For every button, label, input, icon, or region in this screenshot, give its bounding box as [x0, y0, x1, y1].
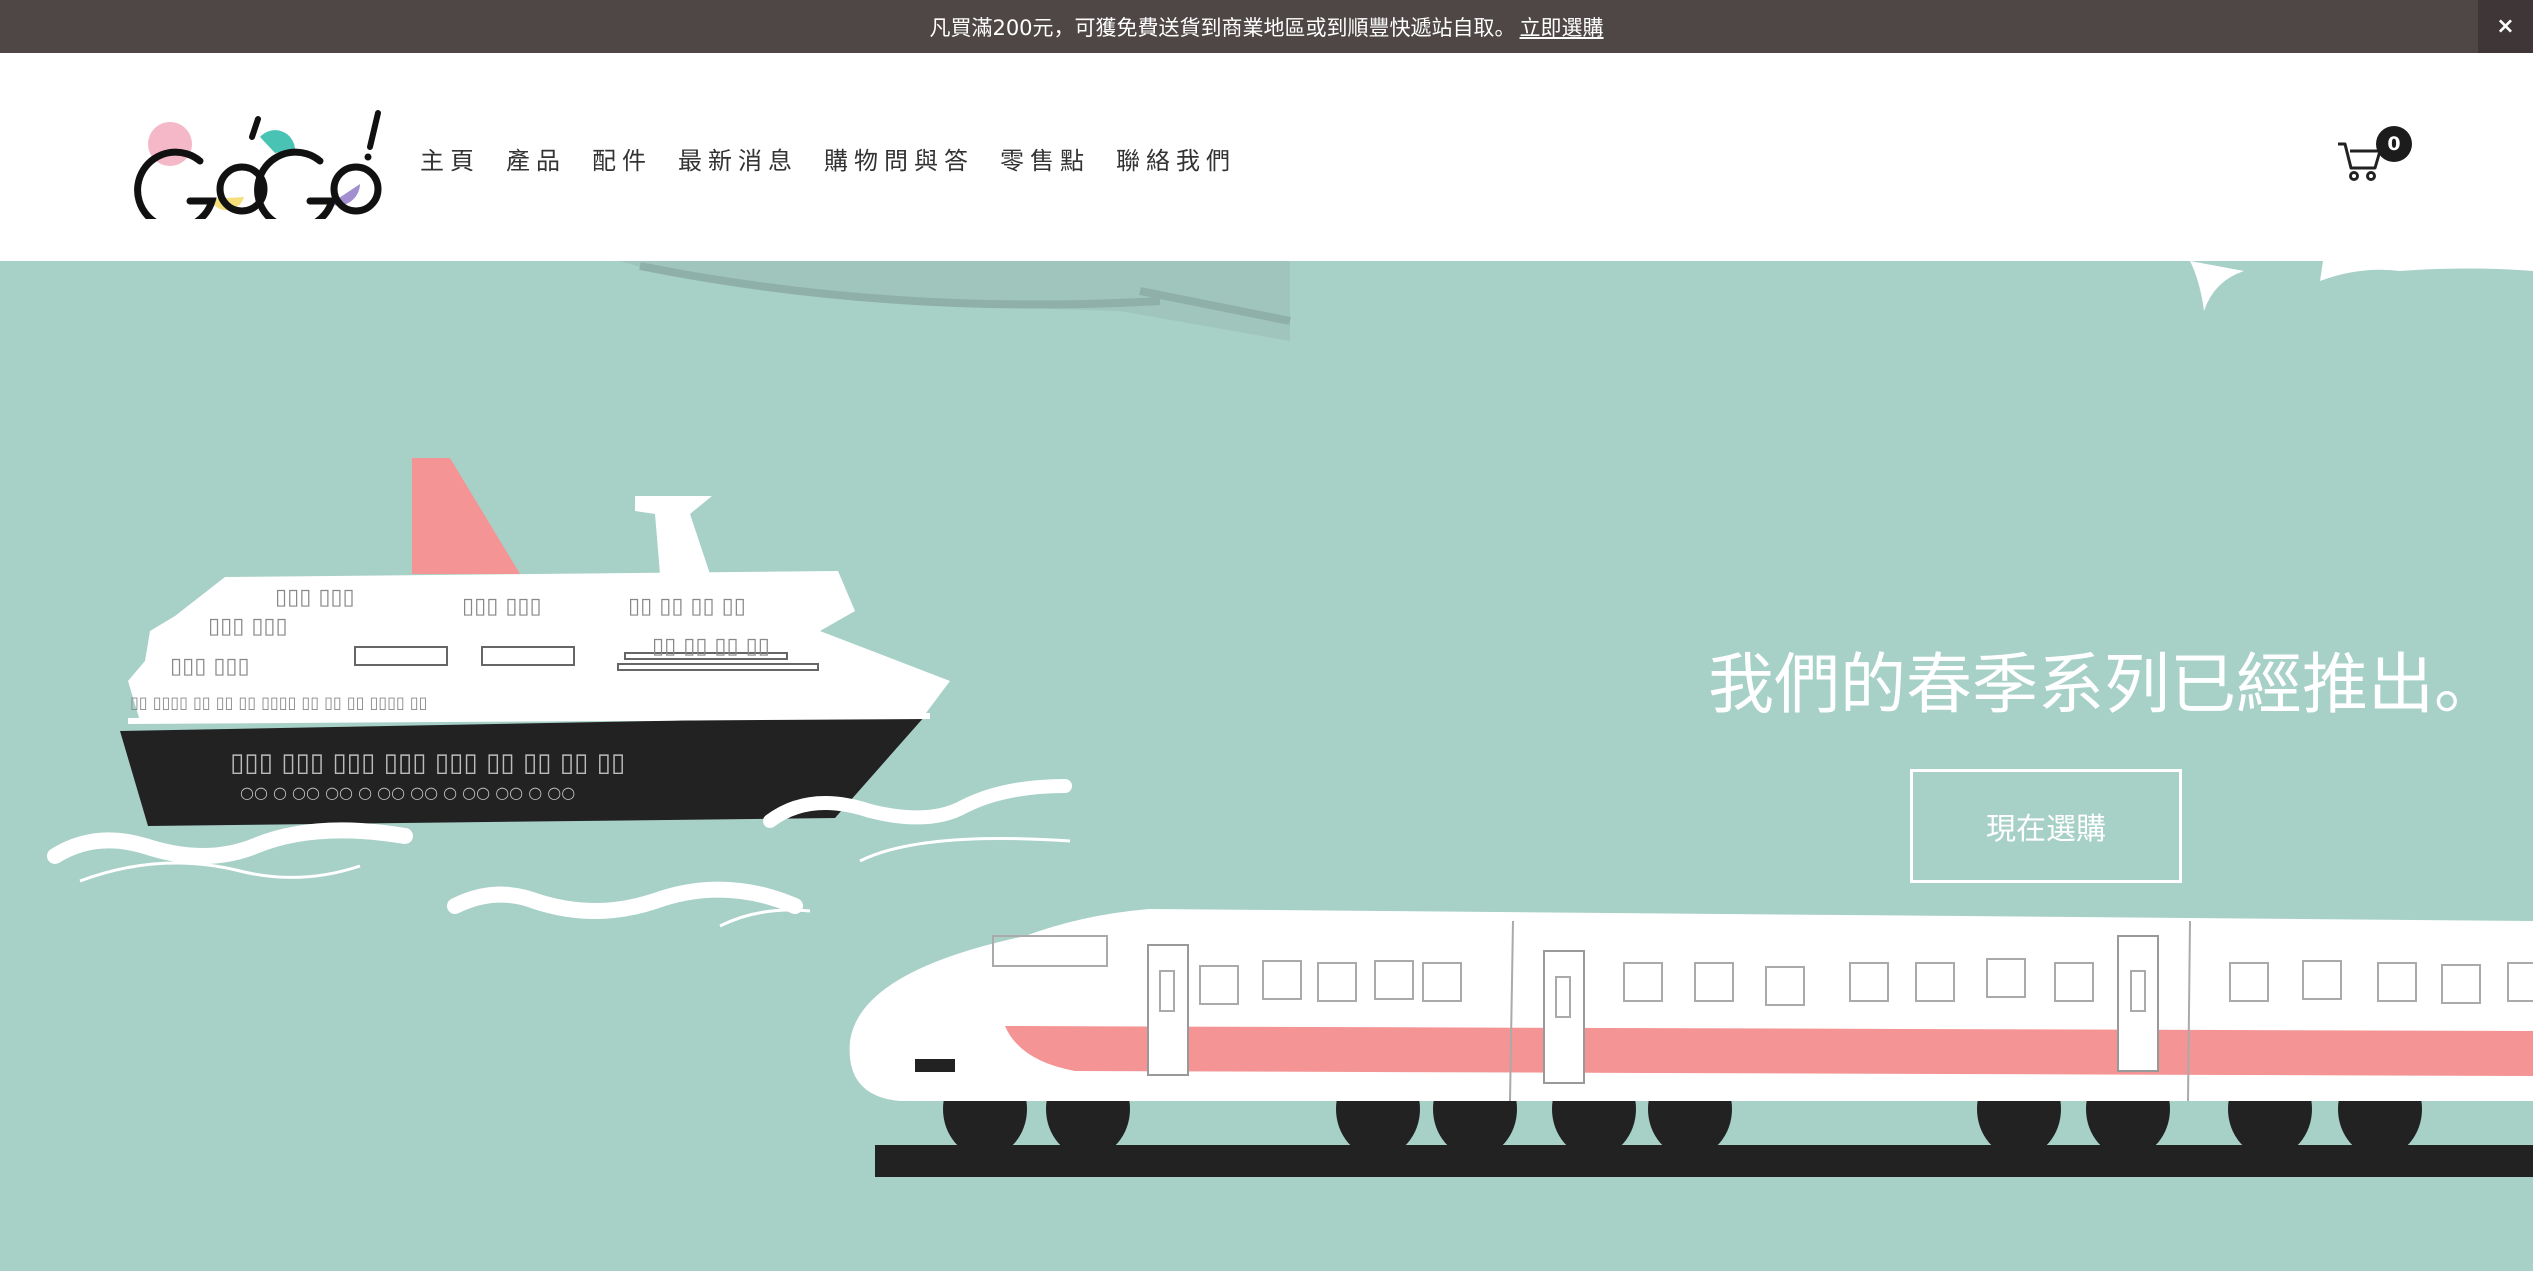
- hero-illustration: ▯▯▯ ▯▯▯ ▯▯▯ ▯▯▯ ▯▯▯ ▯▯▯ ▯▯▯ ▯▯▯ ▯▯ ▯▯ ▯▯…: [47, 261, 2533, 1177]
- svg-text:▯▯▯ ▯▯▯ ▯▯▯ ▯▯▯ ▯▯▯ ▯▯ ▯▯ ▯: ▯▯▯ ▯▯▯ ▯▯▯ ▯▯▯ ▯▯▯ ▯▯ ▯▯ ▯▯ ▯▯: [230, 748, 625, 778]
- site-header: 主頁 產品 配件 最新消息 購物問與答 零售點 聯絡我們 0: [0, 53, 2533, 261]
- announcement-shop-link[interactable]: 立即選購: [1520, 12, 1604, 42]
- hero-title: 我們的春季系列已經推出。: [1708, 646, 2500, 723]
- nav-item-products[interactable]: 產品: [506, 141, 566, 176]
- nav-item-faq[interactable]: 購物問與答: [824, 141, 974, 176]
- svg-text:▯▯▯ ▯▯▯: ▯▯▯ ▯▯▯: [462, 594, 542, 619]
- svg-text:▯▯▯ ▯▯▯: ▯▯▯ ▯▯▯: [208, 614, 288, 639]
- announcement-bar: 凡買滿200元，可獲免費送貨到商業地區或到順豐快遞站自取。 立即選購: [0, 0, 2533, 53]
- cart-count-badge: 0: [2376, 126, 2412, 162]
- close-announcement-button[interactable]: ×: [2478, 0, 2533, 53]
- nav-item-accessories[interactable]: 配件: [592, 141, 652, 176]
- svg-text:▯▯▯ ▯▯▯: ▯▯▯ ▯▯▯: [275, 585, 355, 610]
- gogo-logo[interactable]: [130, 109, 385, 232]
- main-nav: 主頁 產品 配件 最新消息 購物問與答 零售點 聯絡我們: [420, 141, 1262, 176]
- announcement-text: 凡買滿200元，可獲免費送貨到商業地區或到順豐快遞站自取。: [929, 15, 1516, 40]
- gogo-logo-graphic: [134, 110, 382, 232]
- nav-item-news[interactable]: 最新消息: [678, 141, 798, 176]
- close-icon: ×: [2496, 14, 2515, 39]
- svg-text:▯▯▯ ▯▯▯: ▯▯▯ ▯▯▯: [170, 654, 250, 679]
- cruise-ship: ▯▯▯ ▯▯▯ ▯▯▯ ▯▯▯ ▯▯▯ ▯▯▯ ▯▯▯ ▯▯▯ ▯▯ ▯▯ ▯▯…: [47, 458, 1072, 928]
- bullet-train: [849, 909, 2533, 1177]
- nav-item-retail[interactable]: 零售點: [1000, 141, 1090, 176]
- shop-now-button[interactable]: 現在選購: [1910, 769, 2182, 883]
- svg-text:▯▯ ▯▯ ▯▯ ▯▯: ▯▯ ▯▯ ▯▯ ▯▯: [652, 634, 770, 659]
- cart-button[interactable]: 0: [2336, 126, 2416, 186]
- nav-item-contact[interactable]: 聯絡我們: [1116, 141, 1236, 176]
- nav-item-home[interactable]: 主頁: [420, 141, 480, 176]
- svg-text:○○ ○ ○○ ○○ ○ ○○ ○○ ○ ○○: ○○ ○ ○○ ○○ ○ ○○ ○○ ○ ○○ ○○ ○ ○○: [240, 783, 575, 802]
- svg-text:▯▯ ▯▯ ▯▯ ▯▯: ▯▯ ▯▯ ▯▯ ▯▯: [628, 594, 746, 619]
- svg-text:▯▯ ▯▯▯▯ ▯▯ ▯▯ ▯▯ ▯▯▯▯ ▯▯ ▯▯: ▯▯ ▯▯▯▯ ▯▯ ▯▯ ▯▯ ▯▯▯▯ ▯▯ ▯▯ ▯▯ ▯▯▯▯ ▯▯: [130, 693, 427, 712]
- hero-banner: ▯▯▯ ▯▯▯ ▯▯▯ ▯▯▯ ▯▯▯ ▯▯▯ ▯▯▯ ▯▯▯ ▯▯ ▯▯ ▯▯…: [0, 261, 2533, 1271]
